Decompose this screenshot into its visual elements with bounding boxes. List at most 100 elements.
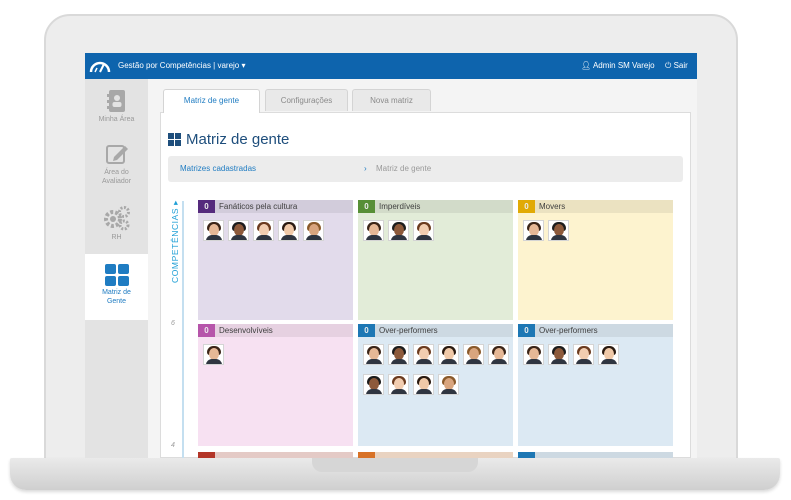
avatar[interactable] — [548, 344, 569, 365]
avatar[interactable] — [388, 220, 409, 241]
matrix-cell-title: Imperdíveis — [379, 202, 421, 211]
sidebar-item-matriz-de-gente[interactable]: Matriz de Gente — [85, 254, 148, 320]
tab-matriz-de-gente[interactable]: Matriz de gente — [163, 89, 260, 113]
avatar-body — [366, 235, 382, 240]
avatar-body — [551, 359, 567, 364]
avatar[interactable] — [523, 220, 544, 241]
avatar-body — [526, 235, 542, 240]
avatar-list — [523, 220, 673, 250]
matrix-cell-title: Over-performers — [539, 326, 598, 335]
avatar[interactable] — [363, 344, 384, 365]
grid-icon — [104, 264, 129, 286]
avatar-body — [441, 359, 457, 364]
sidebar-item-label: Matriz de Gente — [102, 289, 131, 305]
avatar[interactable] — [203, 220, 224, 241]
matrix-cell-count: 0 — [198, 200, 215, 213]
top-navbar: Gestão por Competências | varejo ▾ 👤︎ Ad… — [85, 53, 697, 79]
app-title-dropdown[interactable]: Gestão por Competências | varejo ▾ — [118, 61, 246, 70]
user-menu[interactable]: 👤︎ Admin SM Varejo — [581, 61, 655, 70]
matrix-cell-header: 0 Over-performers — [358, 324, 513, 337]
matrix-cell-count: 0 — [358, 200, 375, 213]
avatar[interactable] — [253, 220, 274, 241]
matrix-cell-count: 0 — [358, 324, 375, 337]
avatar-body — [491, 359, 507, 364]
avatar-body — [416, 389, 432, 394]
matrix-cell[interactable]: 0 Desenvolvíveis — [198, 324, 353, 446]
chevron-right-icon: › — [364, 164, 367, 173]
sidebar: Minha Área Área do Avaliador RH Matriz d… — [85, 79, 148, 458]
avatar-body — [416, 359, 432, 364]
avatar[interactable] — [438, 344, 459, 365]
avatar-body — [256, 235, 272, 240]
avatar[interactable] — [573, 344, 594, 365]
matrix-cell-count — [198, 452, 215, 458]
matrix-cell[interactable] — [198, 452, 353, 458]
avatar[interactable] — [463, 344, 484, 365]
sidebar-item-label: RH — [111, 234, 122, 241]
avatar[interactable] — [388, 374, 409, 395]
matrix-cell-title: Desenvolvíveis — [219, 326, 273, 335]
matrix-cell[interactable] — [518, 452, 673, 458]
avatar-body — [576, 359, 592, 364]
matrix-cell-count — [518, 452, 535, 458]
matrix-cell[interactable]: 0 Imperdíveis — [358, 200, 513, 320]
matrix-cell[interactable] — [358, 452, 513, 458]
matrix-cell[interactable]: 0 Over-performers — [358, 324, 513, 446]
matrix-cell-count: 0 — [518, 200, 535, 213]
axis-tick: 4 — [171, 442, 175, 449]
axis-label: COMPETÊNCIAS ▸ — [160, 200, 182, 286]
screen: Gestão por Competências | varejo ▾ 👤︎ Ad… — [85, 53, 697, 458]
avatar[interactable] — [413, 344, 434, 365]
avatar-list — [203, 220, 353, 250]
axis-tick: 6 — [171, 320, 175, 327]
laptop-notch — [312, 458, 478, 472]
contacts-book-icon — [106, 90, 125, 112]
avatar[interactable] — [363, 374, 384, 395]
avatar[interactable] — [438, 374, 459, 395]
breadcrumb: Matrizes cadastradas › Matriz de gente — [168, 156, 683, 182]
matrix-cell-title: Over-performers — [379, 326, 438, 335]
matrix-cell-header: 0 Fanáticos pela cultura — [198, 200, 353, 213]
avatar[interactable] — [598, 344, 619, 365]
avatar-list — [363, 220, 513, 250]
avatar[interactable] — [388, 344, 409, 365]
avatar[interactable] — [203, 344, 224, 365]
user-name: Admin SM Varejo — [592, 61, 655, 70]
gears-icon — [103, 206, 130, 231]
avatar-body — [206, 359, 222, 364]
avatar[interactable] — [278, 220, 299, 241]
avatar[interactable] — [363, 220, 384, 241]
matrix-cell-header — [358, 452, 513, 458]
avatar[interactable] — [523, 344, 544, 365]
matrix-cell[interactable]: 0 Fanáticos pela cultura — [198, 200, 353, 320]
avatar-list — [523, 344, 673, 374]
avatar-body — [306, 235, 322, 240]
avatar[interactable] — [488, 344, 509, 365]
matrix-cell[interactable]: 0 Over-performers — [518, 324, 673, 446]
avatar[interactable] — [413, 220, 434, 241]
avatar-body — [526, 359, 542, 364]
gauge-logo-icon[interactable] — [89, 59, 111, 73]
avatar[interactable] — [548, 220, 569, 241]
matrix-cell-title: Fanáticos pela cultura — [219, 202, 298, 211]
matrix-cell-title: Movers — [539, 202, 566, 211]
avatar-list — [203, 344, 353, 374]
sidebar-item-rh[interactable]: RH — [85, 205, 148, 249]
matrix-cell-header: 0 Imperdíveis — [358, 200, 513, 213]
tab-configuracoes[interactable]: Configurações — [265, 89, 348, 111]
tab-nova-matriz[interactable]: Nova matriz — [352, 89, 431, 111]
sidebar-item-minha-area[interactable]: Minha Área — [85, 89, 148, 129]
sidebar-item-area-do-avaliador[interactable]: Área do Avaliador — [85, 142, 148, 192]
logout-button[interactable]: ⏻ Sair — [665, 61, 688, 71]
breadcrumb-link[interactable]: Matrizes cadastradas — [180, 156, 256, 182]
breadcrumb-current: Matriz de gente — [376, 164, 432, 173]
avatar[interactable] — [413, 374, 434, 395]
axis-line — [182, 201, 184, 458]
avatar-body — [601, 359, 617, 364]
avatar[interactable] — [228, 220, 249, 241]
avatar-body — [391, 389, 407, 394]
avatar-body — [441, 389, 457, 394]
matrix-cell[interactable]: 0 Movers — [518, 200, 673, 320]
avatar[interactable] — [303, 220, 324, 241]
avatar-list — [363, 344, 513, 404]
